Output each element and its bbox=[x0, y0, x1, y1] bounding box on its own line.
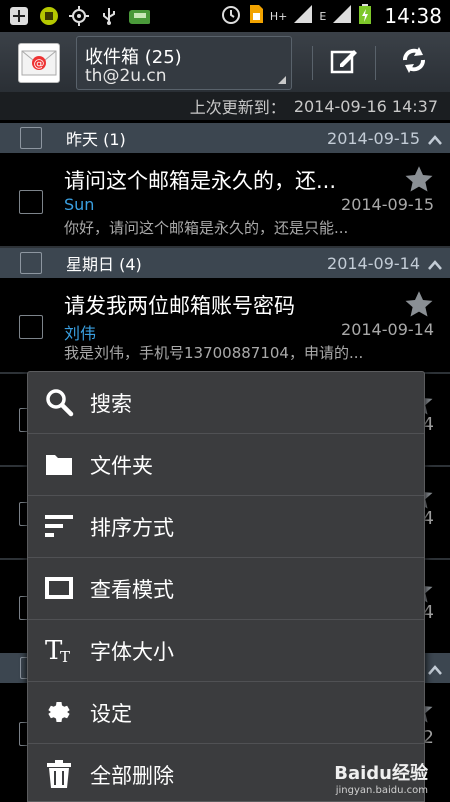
watermark-url: jingyan.baidu.com bbox=[335, 785, 428, 796]
compose-icon bbox=[329, 45, 359, 79]
android-debug-icon bbox=[38, 5, 60, 27]
group-header-sunday[interactable]: 星期日 (4) 2014-09-14 bbox=[0, 248, 450, 278]
signal-icon bbox=[293, 4, 313, 28]
refresh-button[interactable] bbox=[394, 44, 434, 80]
network-e-label: E bbox=[319, 9, 327, 23]
watermark-logo: Baidu经验 bbox=[334, 763, 428, 784]
item-checkbox[interactable] bbox=[19, 190, 43, 214]
mail-sender: 刘伟 bbox=[64, 324, 97, 343]
folder-selector[interactable]: 收件箱 (25) th@2u.cn bbox=[76, 36, 292, 90]
clock: 14:38 bbox=[384, 4, 442, 28]
list-item[interactable]: 请发我两位邮箱账号密码 刘伟 2014-09-14 我是刘伟，手机号137008… bbox=[0, 278, 450, 373]
email-app-icon[interactable]: @ bbox=[18, 43, 60, 83]
last-updated-label: 上次更新到： bbox=[189, 98, 286, 117]
last-updated-value: 2014-09-16 14:37 bbox=[293, 96, 438, 116]
menu-item-label: 字体大小 bbox=[90, 639, 174, 664]
action-bar: @ 收件箱 (25) th@2u.cn bbox=[0, 32, 450, 93]
menu-item-font-size[interactable]: TT 字体大小 bbox=[28, 620, 424, 682]
folder-icon bbox=[42, 447, 76, 481]
sim-icon bbox=[248, 3, 264, 29]
chevron-up-icon bbox=[428, 256, 442, 270]
menu-item-label: 全部删除 bbox=[90, 763, 174, 788]
chevron-up-icon bbox=[428, 131, 442, 145]
signal-icon bbox=[332, 4, 352, 28]
add-icon bbox=[8, 5, 30, 27]
last-updated-bar: 上次更新到： 2014-09-16 14:37 bbox=[0, 92, 450, 120]
battery-charging-icon bbox=[358, 3, 372, 29]
usb-icon bbox=[98, 5, 120, 27]
svg-text:T: T bbox=[60, 648, 70, 665]
group-label: 昨天 (1) bbox=[66, 130, 126, 149]
menu-item-folder[interactable]: 文件夹 bbox=[28, 434, 424, 496]
options-menu: 搜索 文件夹 排序方式 查看模式 TT 字体大小 设定 全部删除 bbox=[27, 371, 425, 802]
trash-icon bbox=[42, 757, 76, 791]
view-mode-icon bbox=[42, 571, 76, 605]
search-icon bbox=[42, 385, 76, 419]
menu-item-settings[interactable]: 设定 bbox=[28, 682, 424, 744]
list-item[interactable]: 请问这个邮箱是永久的，还... Sun 2014-09-15 你好，请问这个邮箱… bbox=[0, 153, 450, 248]
mail-date: 2014-09-14 bbox=[341, 320, 434, 339]
font-size-icon: TT bbox=[42, 633, 76, 667]
menu-item-sort[interactable]: 排序方式 bbox=[28, 496, 424, 558]
group-date: 2014-09-14 bbox=[327, 253, 420, 273]
sort-icon bbox=[42, 509, 76, 543]
menu-item-view-mode[interactable]: 查看模式 bbox=[28, 558, 424, 620]
menu-item-label: 设定 bbox=[90, 701, 132, 726]
menu-item-label: 查看模式 bbox=[90, 577, 174, 602]
group-label: 星期日 (4) bbox=[66, 255, 142, 274]
mail-preview: 你好，请问这个邮箱是永久的，还是只能... bbox=[64, 219, 349, 237]
refresh-icon bbox=[397, 43, 431, 81]
mail-date: 2014-09-15 bbox=[341, 195, 434, 214]
star-icon[interactable] bbox=[404, 290, 434, 320]
group-header-yesterday[interactable]: 昨天 (1) 2014-09-15 bbox=[0, 123, 450, 153]
item-checkbox[interactable] bbox=[19, 315, 43, 339]
menu-item-label: 文件夹 bbox=[90, 453, 153, 478]
status-bar: H+ E 14:38 bbox=[0, 0, 450, 32]
gps-icon bbox=[68, 5, 90, 27]
settings-gear-icon bbox=[42, 695, 76, 729]
compose-button[interactable] bbox=[324, 44, 364, 80]
watermark: Baidu经验 jingyan.baidu.com bbox=[334, 759, 428, 796]
menu-item-label: 搜索 bbox=[90, 391, 132, 416]
mail-preview: 我是刘伟，手机号13700887104，申请的... bbox=[64, 344, 364, 362]
svg-text:@: @ bbox=[34, 57, 45, 70]
network-h-label: H+ bbox=[269, 9, 288, 23]
mail-subject: 请发我两位邮箱账号密码 bbox=[64, 294, 295, 318]
group-date: 2014-09-15 bbox=[327, 128, 420, 148]
dropdown-caret-icon bbox=[278, 76, 286, 84]
mail-subject: 请问这个邮箱是永久的，还... bbox=[64, 169, 337, 193]
menu-item-search[interactable]: 搜索 bbox=[28, 372, 424, 434]
divider bbox=[312, 46, 313, 80]
alarm-icon bbox=[220, 3, 242, 29]
car-icon bbox=[128, 5, 150, 27]
group-checkbox[interactable] bbox=[20, 252, 42, 274]
account-address: th@2u.cn bbox=[85, 66, 167, 86]
menu-item-label: 排序方式 bbox=[90, 515, 174, 540]
chevron-up-icon bbox=[428, 661, 442, 675]
divider bbox=[375, 46, 376, 80]
mail-sender: Sun bbox=[64, 195, 95, 214]
group-checkbox[interactable] bbox=[20, 127, 42, 149]
star-icon[interactable] bbox=[404, 165, 434, 195]
